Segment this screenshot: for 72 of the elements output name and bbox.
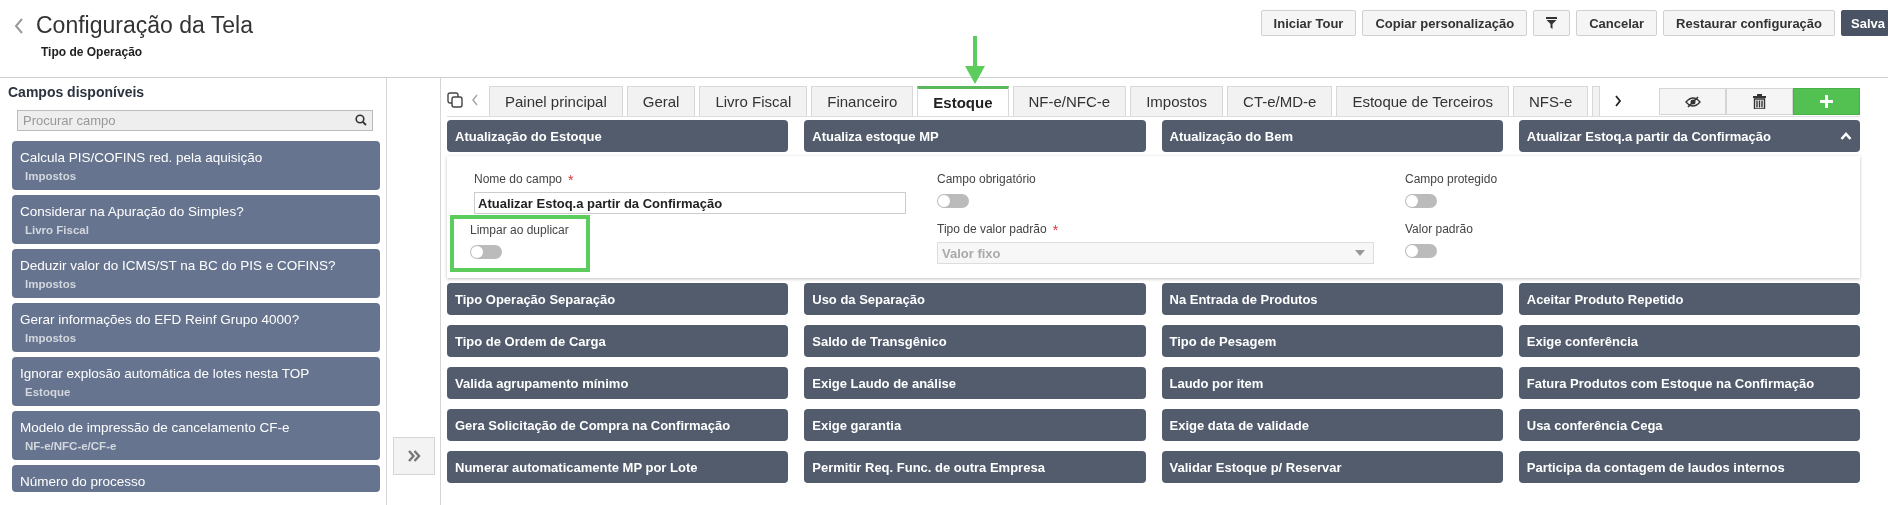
field-label: Campo protegido (1405, 172, 1498, 186)
field-bar[interactable]: Validar Estoque p/ Reservar (1161, 451, 1503, 483)
field-group: Livro Fiscal (25, 224, 372, 236)
available-field-card[interactable]: Gerar informações do EFD Reinf Grupo 4000? Impostos (12, 303, 380, 352)
field-name: Deduzir valor do ICMS/ST na BC do PIS e COFINS? (20, 258, 337, 273)
field-bar[interactable]: Tipo de Pesagem (1161, 325, 1503, 357)
field-bar[interactable]: Tipo Operação Separação (447, 283, 789, 315)
toolbar-button[interactable]: Copiar personalização (1362, 10, 1528, 36)
field-bar[interactable]: Permitir Req. Func. de outra Empresa (804, 451, 1146, 483)
field-bar[interactable]: Aceitar Produto Repetido (1518, 283, 1860, 315)
field-label: Valor padrão (1405, 222, 1473, 236)
field-bar[interactable]: Numerar automaticamente MP por Lote (447, 451, 789, 483)
field-group: Impostos (25, 278, 372, 290)
page-subtitle: Tipo de Operação (41, 45, 144, 59)
field-bar[interactable]: Atualização do Estoque (447, 120, 789, 152)
panel-title: Campos disponíveis (8, 84, 146, 100)
field-bar[interactable]: Laudo por item (1161, 367, 1503, 399)
field-bar[interactable]: Gera Solicitação de Compra na Confirmação (447, 409, 789, 441)
field-name: Gerar informações do EFD Reinf Grupo 4000? (20, 312, 301, 327)
required-mark: * (568, 172, 574, 188)
tab[interactable]: NF-e/NFC-e (1012, 86, 1127, 116)
toolbar-button[interactable]: Restaurar configuração (1663, 10, 1835, 36)
field-group: Impostos (25, 170, 372, 182)
toolbar-button[interactable]: Cancelar (1576, 10, 1658, 36)
field-name: Número do processo (20, 474, 147, 489)
field-bar[interactable]: Exige data de validade (1161, 409, 1503, 441)
field-name: Considerar na Apuração do Simples? (20, 204, 245, 219)
field-name: Ignorar explosão automática de lotes nesta TOP (20, 366, 311, 381)
input-field[interactable]: Atualizar Estoq.a partir da Confirmação (474, 192, 906, 214)
field-bar[interactable]: Uso da Separação (804, 283, 1146, 315)
tab[interactable]: Livro Fiscal (699, 86, 808, 116)
tab[interactable]: Financeiro (811, 86, 914, 116)
available-field-card[interactable]: Calcula PIS/COFINS red. pela aquisição Impostos (12, 141, 380, 190)
tab[interactable]: CT-e/MD-e (1227, 86, 1333, 116)
field-bar[interactable]: Atualização do Bem (1161, 120, 1503, 152)
field-bar[interactable]: Atualizar Estoq.a partir da Confirmação (1518, 120, 1860, 152)
available-field-card[interactable]: Número do processo (12, 465, 380, 492)
field-bar[interactable]: Tipo de Ordem de Carga (447, 325, 789, 357)
available-field-card[interactable]: Deduzir valor do ICMS/ST na BC do PIS e COFINS? Impostos (12, 249, 380, 298)
available-field-card[interactable]: Ignorar explosão automática de lotes nesta TOP Estoque (12, 357, 380, 406)
tab[interactable]: Estoque (917, 86, 1009, 116)
field-bar[interactable]: Valida agrupamento mínimo (447, 367, 789, 399)
field-name: Calcula PIS/COFINS red. pela aquisição (20, 150, 264, 165)
field-label: Limpar ao duplicar (470, 223, 569, 237)
field-bar[interactable]: Fatura Produtos com Estoque na Confirmação (1518, 367, 1860, 399)
field-bar[interactable]: Exige conferência (1518, 325, 1860, 357)
field-label: Nome do campo (474, 172, 563, 188)
available-field-card[interactable]: Modelo de impressão de cancelamento CF-e NF-e/NFC-e/CF-e (12, 411, 380, 460)
tab[interactable]: NFS-e (1513, 86, 1589, 116)
field-group: NF-e/NFC-e/CF-e (25, 440, 372, 452)
field-bar[interactable]: Na Entrada de Produtos (1161, 283, 1503, 315)
field-bar[interactable]: Participa da contagem de laudos internos (1518, 451, 1860, 483)
tab[interactable]: Impostos (1130, 86, 1224, 116)
tab[interactable]: Estoque de Terceiros (1336, 86, 1510, 116)
page-title: Configuração da Tela (36, 12, 253, 39)
field-bar[interactable]: Saldo de Transgênico (804, 325, 1146, 357)
search-field[interactable]: Procurar campo (17, 110, 373, 131)
save-button[interactable]: Salva (1841, 10, 1888, 36)
field-label: Tipo de valor padrão (937, 222, 1047, 238)
field-label: Campo obrigatório (937, 172, 1036, 186)
field-group: Impostos (25, 332, 372, 344)
field-group: Estoque (25, 386, 372, 398)
toolbar-button[interactable]: Iniciar Tour (1260, 10, 1357, 36)
tab[interactable]: Geral (626, 86, 696, 116)
field-bar[interactable]: Usa conferência Cega (1518, 409, 1860, 441)
required-mark: * (1052, 222, 1059, 238)
field-name: Modelo de impressão de cancelamento CF-e (20, 420, 291, 435)
available-field-card[interactable]: Considerar na Apuração do Simples? Livro Fiscal (12, 195, 380, 244)
field-bar[interactable]: Exige Laudo de análise (804, 367, 1146, 399)
tab[interactable]: Painel principal (489, 86, 623, 116)
field-bar[interactable]: Exige garantia (804, 409, 1146, 441)
field-bar[interactable]: Atualiza estoque MP (804, 120, 1146, 152)
